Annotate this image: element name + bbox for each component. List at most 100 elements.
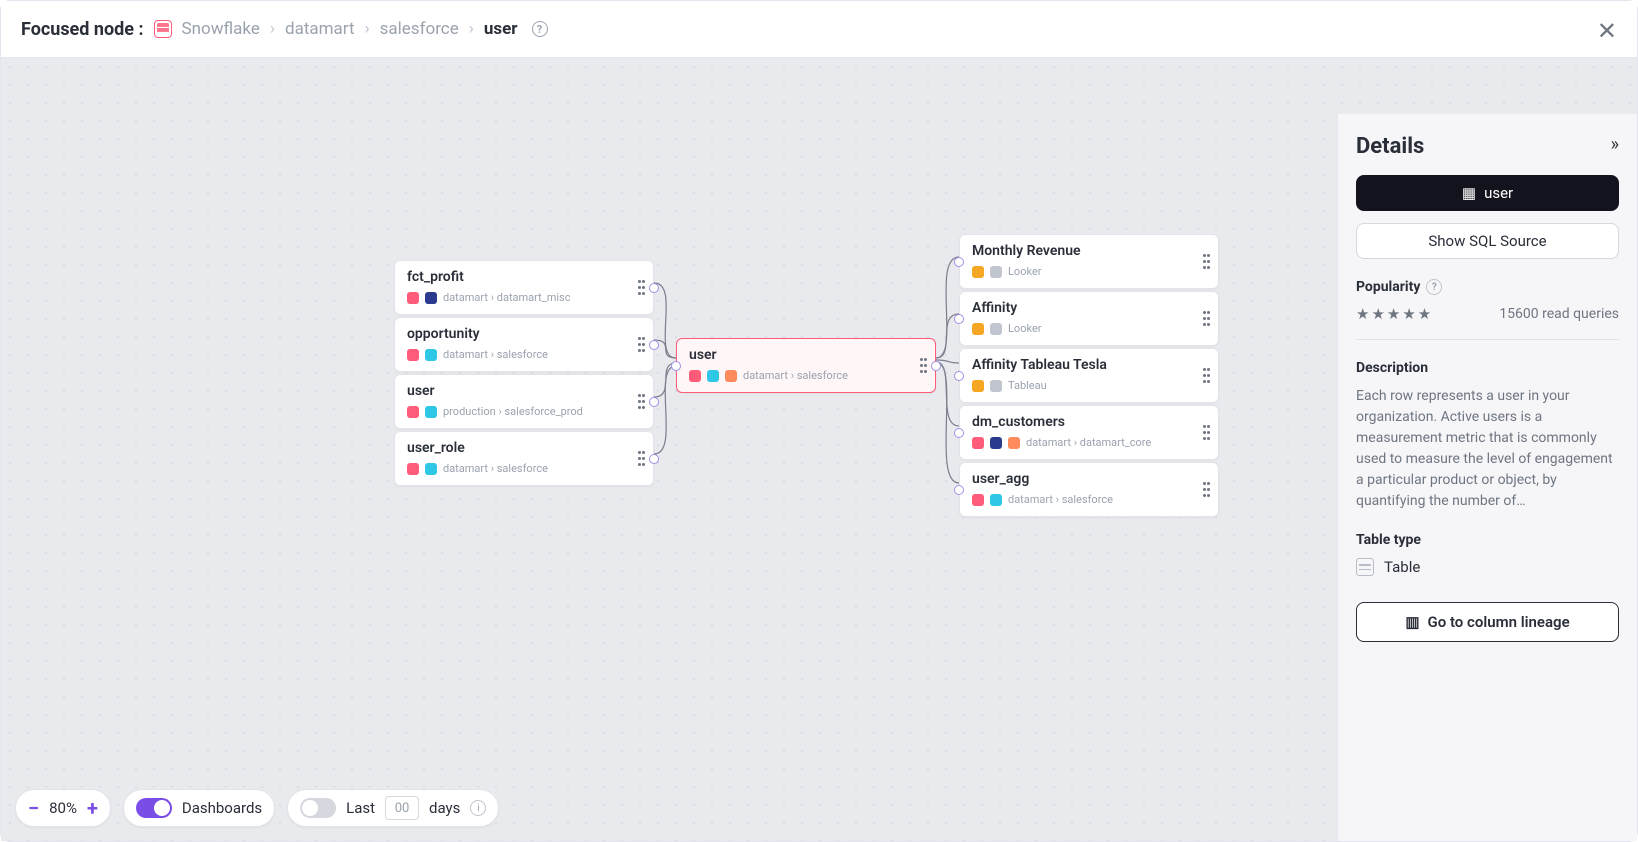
- node-title: user_role: [407, 440, 641, 456]
- zoom-in-button[interactable]: +: [87, 796, 98, 820]
- last-days-control: Last days i: [287, 789, 499, 827]
- column-lineage-button[interactable]: ▥ Go to column lineage: [1356, 602, 1619, 642]
- details-title: Details: [1356, 134, 1619, 159]
- info-icon[interactable]: ?: [532, 21, 548, 37]
- source-icon: [425, 292, 437, 304]
- lineage-node-upstream[interactable]: user_role datamart › salesforce: [394, 431, 654, 486]
- lineage-node-focused[interactable]: user datamart › salesforce: [676, 338, 936, 393]
- node-port-left[interactable]: [954, 257, 964, 267]
- node-title: dm_customers: [972, 414, 1206, 430]
- source-icon: [707, 370, 719, 382]
- node-path: Tableau: [1008, 379, 1047, 392]
- days-input[interactable]: [385, 796, 419, 820]
- node-port-left[interactable]: [954, 371, 964, 381]
- popularity-value: 15600 read queries: [1499, 306, 1619, 322]
- breadcrumb-item[interactable]: salesforce: [380, 19, 459, 39]
- lineage-node-downstream[interactable]: user_agg datamart › salesforce: [959, 462, 1219, 517]
- details-panel: Details » ▦ user Show SQL Source Popular…: [1337, 114, 1637, 841]
- lineage-node-upstream[interactable]: fct_profit datamart › datamart_misc: [394, 260, 654, 315]
- source-icon: [990, 380, 1002, 392]
- node-path: production › salesforce_prod: [443, 405, 583, 418]
- popularity-stars-icon: ★★★★★: [1356, 305, 1433, 323]
- zoom-value: 80%: [49, 799, 77, 817]
- zoom-out-button[interactable]: −: [28, 796, 39, 820]
- zoom-control: − 80% +: [15, 789, 111, 827]
- info-icon[interactable]: ?: [1426, 279, 1442, 295]
- node-path: datamart › salesforce: [443, 462, 548, 475]
- show-sql-label: Show SQL Source: [1428, 232, 1546, 250]
- drag-handle-icon[interactable]: [637, 269, 645, 306]
- description-text: Each row represents a user in your organ…: [1356, 386, 1619, 512]
- source-icon: [725, 370, 737, 382]
- lineage-canvas[interactable]: fct_profit datamart › datamart_misc oppo…: [1, 57, 1637, 841]
- source-icon: [407, 463, 419, 475]
- canvas-controls: − 80% + Dashboards Last days i: [15, 789, 499, 827]
- source-icon: [689, 370, 701, 382]
- node-port-right[interactable]: [649, 340, 659, 350]
- source-icon: [990, 266, 1002, 278]
- lineage-node-upstream[interactable]: user production › salesforce_prod: [394, 374, 654, 429]
- node-port-right[interactable]: [649, 283, 659, 293]
- breadcrumb-item[interactable]: datamart: [285, 19, 355, 39]
- source-icon: [425, 406, 437, 418]
- breadcrumb: Snowflake › datamart › salesforce › user…: [182, 19, 548, 39]
- node-title: Monthly Revenue: [972, 243, 1206, 259]
- chevron-right-icon: ›: [365, 19, 370, 39]
- drag-handle-icon[interactable]: [1202, 300, 1210, 337]
- node-path: datamart › salesforce: [743, 369, 848, 382]
- node-port-right[interactable]: [931, 361, 941, 371]
- node-title: opportunity: [407, 326, 641, 342]
- table-icon: ▦: [1462, 184, 1476, 202]
- drag-handle-icon[interactable]: [1202, 243, 1210, 280]
- node-port-left[interactable]: [954, 485, 964, 495]
- drag-handle-icon[interactable]: [1202, 357, 1210, 394]
- info-icon[interactable]: i: [470, 800, 486, 816]
- drag-handle-icon[interactable]: [1202, 414, 1210, 451]
- columns-icon: ▥: [1405, 613, 1419, 631]
- drag-handle-icon[interactable]: [637, 383, 645, 420]
- node-port-left[interactable]: [954, 428, 964, 438]
- breadcrumb-item-current: user: [484, 19, 518, 39]
- node-port-right[interactable]: [649, 454, 659, 464]
- description-label: Description: [1356, 360, 1619, 376]
- source-icon: [407, 406, 419, 418]
- collapse-panel-icon[interactable]: »: [1611, 134, 1619, 155]
- lineage-node-upstream[interactable]: opportunity datamart › salesforce: [394, 317, 654, 372]
- node-port-right[interactable]: [649, 397, 659, 407]
- source-icon: [972, 437, 984, 449]
- dashboards-toggle[interactable]: [136, 798, 172, 818]
- days-label: days: [429, 799, 460, 817]
- drag-handle-icon[interactable]: [637, 440, 645, 477]
- node-title: fct_profit: [407, 269, 641, 285]
- focused-node-label: Focused node :: [21, 19, 144, 40]
- close-icon[interactable]: ✕: [1597, 17, 1617, 45]
- table-icon: [1356, 558, 1374, 576]
- source-icon: [990, 437, 1002, 449]
- table-type-value: Table: [1384, 558, 1420, 576]
- source-icon: [425, 349, 437, 361]
- lineage-node-downstream[interactable]: Monthly Revenue Looker: [959, 234, 1219, 289]
- dashboards-toggle-control: Dashboards: [123, 789, 275, 827]
- breadcrumb-bar: Focused node : Snowflake › datamart › sa…: [1, 1, 1637, 57]
- chevron-right-icon: ›: [270, 19, 275, 39]
- source-icon: [407, 292, 419, 304]
- lineage-node-downstream[interactable]: Affinity Tableau Tesla Tableau: [959, 348, 1219, 403]
- show-sql-button[interactable]: Show SQL Source: [1356, 223, 1619, 259]
- source-icon: [972, 323, 984, 335]
- source-icon: [972, 380, 984, 392]
- lineage-node-downstream[interactable]: dm_customers datamart › datamart_core: [959, 405, 1219, 460]
- table-source-icon: [154, 20, 172, 38]
- node-path: datamart › datamart_core: [1026, 436, 1151, 449]
- popularity-label: Popularity ?: [1356, 279, 1619, 295]
- node-path: datamart › datamart_misc: [443, 291, 570, 304]
- drag-handle-icon[interactable]: [919, 347, 927, 384]
- lineage-node-downstream[interactable]: Affinity Looker: [959, 291, 1219, 346]
- node-port-left[interactable]: [671, 361, 681, 371]
- source-icon: [972, 266, 984, 278]
- last-days-toggle[interactable]: [300, 798, 336, 818]
- drag-handle-icon[interactable]: [637, 326, 645, 363]
- node-port-left[interactable]: [954, 314, 964, 324]
- drag-handle-icon[interactable]: [1202, 471, 1210, 508]
- breadcrumb-item[interactable]: Snowflake: [182, 19, 260, 39]
- column-lineage-label: Go to column lineage: [1428, 613, 1570, 631]
